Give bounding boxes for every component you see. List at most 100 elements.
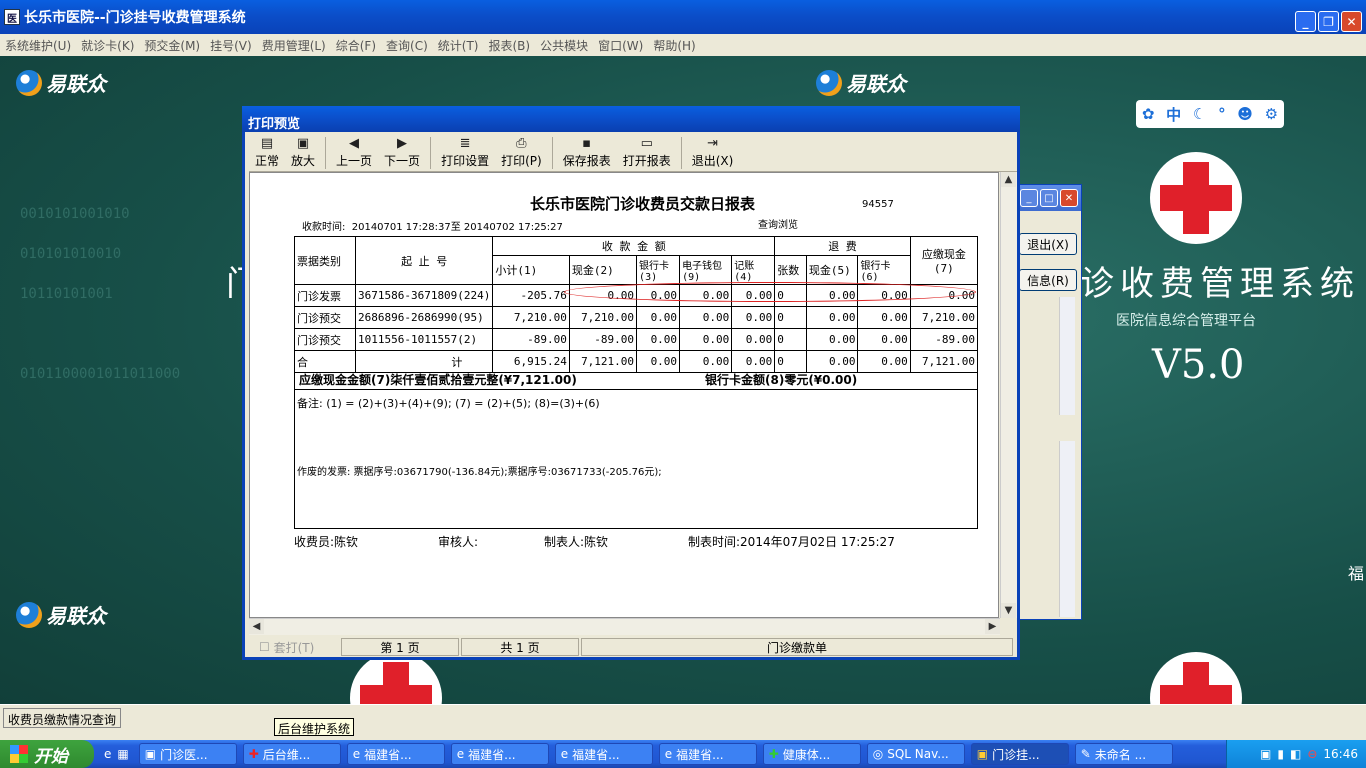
vertical-scrollbar[interactable]: ▲ ▼ bbox=[1000, 172, 1017, 618]
next-page-button[interactable]: ▶ 下一页 bbox=[378, 136, 426, 169]
bank-sum-line: 银行卡金额(8)零元(¥0.00) bbox=[705, 373, 858, 387]
cell: 0.00 bbox=[731, 306, 776, 329]
task-label: 门诊挂... bbox=[992, 747, 1040, 762]
task-label: 福建省... bbox=[364, 747, 412, 762]
cell: -89.00 bbox=[492, 328, 570, 351]
menu-fee[interactable]: 费用管理(L) bbox=[257, 37, 331, 54]
menu-system[interactable]: 系统维护(U) bbox=[0, 37, 76, 54]
task-item[interactable]: ✚ 后台维... bbox=[242, 743, 341, 765]
task-item[interactable]: e 福建省... bbox=[450, 743, 549, 765]
save-report-button[interactable]: ▪ 保存报表 bbox=[557, 135, 617, 169]
tb-label: 打印设置 bbox=[441, 153, 490, 168]
quick-launch: e ▦ bbox=[94, 747, 139, 761]
bg-info-button[interactable]: 信息(R) bbox=[1019, 269, 1077, 291]
menu-prepay[interactable]: 预交金(M) bbox=[139, 37, 205, 54]
restore-button[interactable]: ❐ bbox=[1318, 11, 1339, 32]
overprint-checkbox[interactable]: ☐ 套打(T) bbox=[259, 638, 339, 656]
toolbar-separator bbox=[551, 136, 553, 169]
table-row: 门诊预交 2686896-2686990(95) 7,210.00 7,210.00… bbox=[294, 306, 979, 329]
menu-reports[interactable]: 报表(B) bbox=[483, 37, 535, 54]
bg-minimize-button[interactable]: _ bbox=[1020, 189, 1038, 207]
menu-register[interactable]: 挂号(V) bbox=[205, 37, 257, 54]
checkbox-label: 套打(T) bbox=[273, 640, 315, 655]
menu-help[interactable]: 帮助(H) bbox=[648, 37, 700, 54]
print-setup-button[interactable]: ≣ 打印设置 bbox=[435, 136, 495, 169]
side-partial-text: 福 bbox=[1348, 564, 1365, 583]
folder-open-icon: ▭ bbox=[640, 135, 653, 151]
dots-icon[interactable]: ° bbox=[1218, 105, 1226, 123]
open-report-button[interactable]: ▭ 打开报表 bbox=[617, 135, 677, 169]
bg-scrollbar[interactable] bbox=[1059, 441, 1075, 617]
menu-query[interactable]: 查询(C) bbox=[381, 37, 433, 54]
bg-exit-button[interactable]: 退出(X) bbox=[1019, 233, 1077, 255]
menu-public[interactable]: 公共模块 bbox=[535, 37, 593, 54]
bg-scrollbar[interactable] bbox=[1059, 297, 1075, 415]
task-item-active[interactable]: ▣ 门诊挂... bbox=[970, 743, 1069, 765]
query-tab[interactable]: 收费员缴款情况查询 bbox=[3, 708, 122, 728]
preview-toolbar: ▤ 正常 ▣ 放大 ◀ 上一页 ▶ 下一页 ≣ 打印设置 ⎙ 打印(P) ▪ 保存报表 ▭ 打开… bbox=[249, 134, 1017, 172]
lang-toggle[interactable]: 中 bbox=[1166, 104, 1181, 125]
prev-page-button[interactable]: ◀ 上一页 bbox=[330, 135, 378, 169]
task-label: 健康体... bbox=[782, 747, 831, 762]
bg-maximize-button[interactable]: □ bbox=[1040, 189, 1058, 207]
scroll-right-icon[interactable]: ▶ bbox=[985, 619, 1000, 634]
cell: 0 bbox=[774, 306, 807, 329]
cell: 0 bbox=[774, 328, 807, 351]
cross-icon: ✚ bbox=[248, 747, 259, 761]
bg-close-button[interactable]: ✕ bbox=[1060, 189, 1078, 207]
user-icon[interactable]: ☻ bbox=[1237, 105, 1253, 123]
start-label: 开始 bbox=[34, 746, 68, 767]
toolbar-separator bbox=[325, 136, 327, 169]
cell: -89.00 bbox=[568, 328, 638, 351]
menu-stats[interactable]: 统计(T) bbox=[433, 37, 484, 54]
cell: 2686896-2686990(95) bbox=[354, 306, 494, 329]
start-button[interactable]: 开始 bbox=[0, 740, 94, 768]
tb-label: 打开报表 bbox=[622, 153, 671, 168]
cell: 门诊预交 bbox=[294, 328, 356, 351]
task-item[interactable]: ✎ 未命名 ... bbox=[1074, 743, 1173, 765]
battery-icon[interactable]: ▮ bbox=[1277, 747, 1284, 761]
task-item[interactable]: e 福建省... bbox=[346, 743, 445, 765]
task-item[interactable]: ◎ SQL Nav... bbox=[866, 743, 965, 765]
menu-general[interactable]: 综合(F) bbox=[331, 37, 381, 54]
header-due: 应缴现金(7) bbox=[909, 236, 979, 285]
tooltip: 后台维护系统 bbox=[274, 718, 355, 736]
task-item[interactable]: ▣ 门诊医... bbox=[138, 743, 237, 765]
network-icon[interactable]: ▣ bbox=[1260, 747, 1271, 761]
desktop-icon[interactable]: ▦ bbox=[117, 747, 128, 761]
close-button[interactable]: ✕ bbox=[1341, 11, 1362, 32]
paw-icon[interactable]: ✿ bbox=[1142, 105, 1155, 123]
zoom-button[interactable]: ▣ 放大 bbox=[285, 135, 321, 169]
app-icon: 医 bbox=[4, 9, 20, 25]
zoom-icon: ▣ bbox=[296, 135, 310, 151]
tb-label: 保存报表 bbox=[562, 153, 611, 168]
menu-window[interactable]: 窗口(W) bbox=[593, 37, 648, 54]
exit-button[interactable]: ⇥ 退出(X) bbox=[686, 136, 740, 169]
ie-icon[interactable]: e bbox=[104, 747, 111, 761]
prev-arrow-icon: ◀ bbox=[349, 135, 360, 151]
scroll-left-icon[interactable]: ◀ bbox=[249, 619, 264, 634]
print-preview-dialog: 打印预览 ▤ 正常 ▣ 放大 ◀ 上一页 ▶ 下一页 ≣ 打印设置 ⎙ 打印(P) ▪ 保存报… bbox=[242, 106, 1020, 660]
normal-view-button[interactable]: ▤ 正常 bbox=[249, 136, 285, 169]
cell: 0.00 bbox=[636, 306, 681, 329]
minimize-button[interactable]: _ bbox=[1295, 11, 1316, 32]
header-refund: 退 费 bbox=[774, 236, 911, 256]
scroll-up-icon[interactable]: ▲ bbox=[1001, 172, 1016, 187]
header-subtotal: 小计(1) bbox=[492, 255, 570, 285]
ime-icon[interactable]: ◧ bbox=[1290, 747, 1301, 761]
task-item[interactable]: e 福建省... bbox=[554, 743, 653, 765]
save-icon: ▪ bbox=[582, 135, 592, 151]
horizontal-scrollbar[interactable]: ◀ ▶ bbox=[249, 618, 1000, 635]
scroll-down-icon[interactable]: ▼ bbox=[1001, 603, 1016, 618]
print-button[interactable]: ⎙ 打印(P) bbox=[495, 136, 548, 169]
menu-card[interactable]: 就诊卡(K) bbox=[76, 37, 139, 54]
task-item[interactable]: e 福建省... bbox=[658, 743, 757, 765]
windows-flag-icon bbox=[10, 745, 28, 763]
made-time-label: 制表时间:2014年07月02日 17:25:27 bbox=[688, 535, 895, 549]
stop-icon[interactable]: ⊖ bbox=[1307, 747, 1317, 761]
moon-icon[interactable]: ☾ bbox=[1193, 105, 1206, 123]
auditor-label: 审核人: bbox=[438, 535, 479, 549]
dialog-title: 打印预览 bbox=[242, 106, 1020, 132]
task-item[interactable]: ✚ 健康体... bbox=[762, 743, 861, 765]
gear-icon[interactable]: ⚙ bbox=[1265, 105, 1278, 123]
